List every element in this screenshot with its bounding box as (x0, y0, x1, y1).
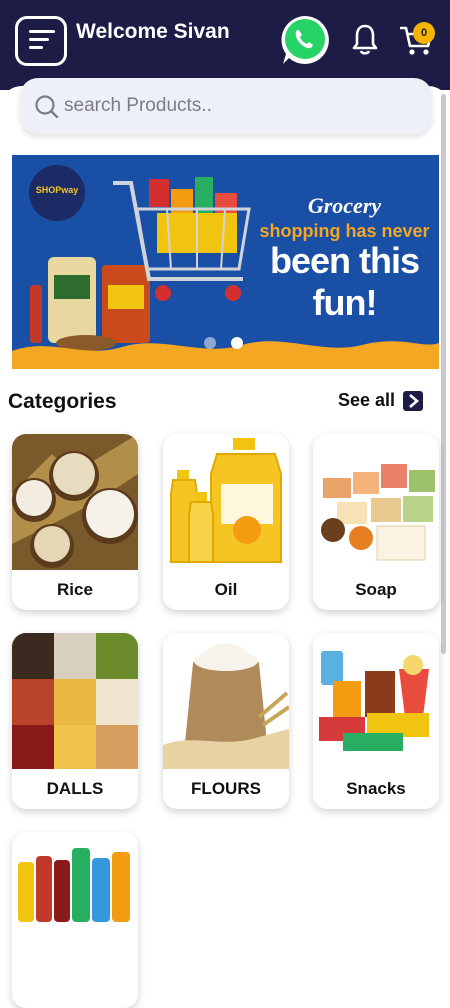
soap-image (313, 434, 439, 570)
app-header: Welcome Sivan 0 (0, 0, 450, 90)
category-label: FLOURS (191, 779, 261, 798)
bell-icon[interactable] (350, 22, 380, 56)
category-card-snacks[interactable]: Snacks (313, 633, 439, 809)
categories-title: Categories (8, 390, 117, 413)
menu-button[interactable] (15, 16, 67, 66)
search-icon (35, 95, 59, 119)
menu-icon-line (29, 30, 55, 33)
carousel-dot[interactable] (204, 337, 216, 349)
chevron-right-icon[interactable] (403, 391, 423, 411)
menu-icon-line (29, 38, 49, 41)
category-label: Oil (214, 580, 238, 599)
snacks-image (313, 633, 439, 769)
banner-wave (12, 341, 439, 369)
category-card-rice[interactable]: Rice (12, 434, 138, 610)
category-card-soap[interactable]: Soap (313, 434, 439, 610)
shopping-cart-image (113, 177, 251, 301)
category-card-dalls[interactable]: DALLS (12, 633, 138, 809)
menu-icon-line (29, 46, 43, 49)
search-input[interactable] (64, 88, 404, 124)
category-label: Rice (57, 580, 93, 599)
shop-logo: SHOPway (29, 165, 85, 221)
category-label: DALLS (46, 779, 104, 798)
promo-banner[interactable]: SHOPway Grocery shopping has never been … (12, 155, 439, 369)
rice-image (12, 434, 138, 570)
promo-line-1: Grocery (307, 193, 382, 218)
see-all-link[interactable]: See all (338, 390, 395, 411)
promo-text: Grocery shopping has never been this fun… (252, 193, 437, 324)
beverages-image (12, 832, 138, 968)
search-bar[interactable] (20, 78, 432, 134)
whatsapp-icon[interactable] (277, 12, 333, 68)
oil-image (163, 434, 289, 570)
category-label: Soap (355, 580, 397, 599)
category-card-flours[interactable]: FLOURS (163, 633, 289, 809)
cart-count-badge: 0 (413, 22, 435, 44)
dalls-image (12, 633, 138, 769)
category-label: Snacks (346, 779, 406, 798)
scrollbar[interactable] (441, 94, 446, 654)
promo-line-3: been this fun! (269, 240, 420, 323)
category-card-oil[interactable]: Oil (163, 434, 289, 610)
category-card-beverages[interactable] (12, 832, 138, 1008)
flours-image (163, 633, 289, 769)
welcome-text: Welcome Sivan (76, 20, 230, 43)
carousel-dot-active[interactable] (231, 337, 243, 349)
promo-line-2: shopping has never (259, 221, 430, 241)
